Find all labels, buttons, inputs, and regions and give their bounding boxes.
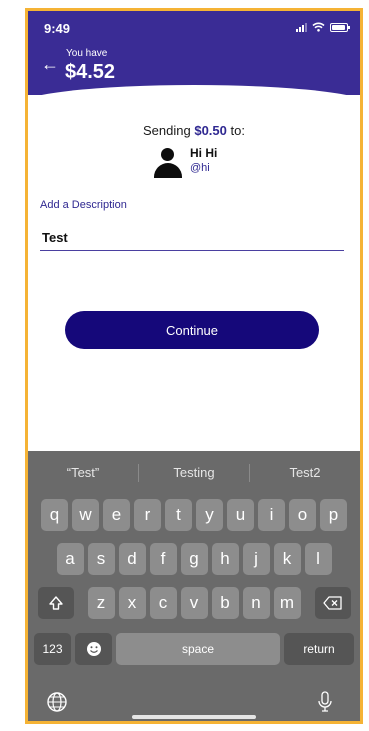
key-b[interactable]: b	[211, 587, 239, 619]
key-c[interactable]: c	[149, 587, 177, 619]
sending-prefix: Sending	[143, 123, 195, 138]
key-i[interactable]: i	[258, 499, 285, 531]
keyboard: “Test” Testing Test2 q w e r t y u i o p…	[28, 451, 360, 721]
sending-summary: Sending $0.50 to:	[28, 123, 360, 138]
signal-icon	[296, 22, 307, 32]
key-u[interactable]: u	[227, 499, 254, 531]
key-w[interactable]: w	[72, 499, 99, 531]
key-y[interactable]: y	[196, 499, 223, 531]
recipient: Hi Hi @hi	[154, 146, 217, 178]
return-key[interactable]: return	[284, 633, 354, 665]
key-f[interactable]: f	[149, 543, 177, 575]
key-z[interactable]: z	[87, 587, 115, 619]
battery-icon	[330, 22, 350, 32]
recipient-handle: @hi	[190, 162, 210, 174]
status-icons	[296, 22, 350, 32]
shift-key[interactable]	[37, 587, 74, 619]
key-h[interactable]: h	[211, 543, 239, 575]
suggestion-item[interactable]: Testing	[139, 461, 249, 485]
key-t[interactable]: t	[165, 499, 192, 531]
globe-icon[interactable]	[46, 691, 68, 713]
wifi-icon	[312, 22, 325, 32]
phone-screen: 9:49 ← You have $4.52 Sending $0.50 to: …	[25, 8, 363, 724]
suggestion-bar: “Test” Testing Test2	[28, 461, 360, 485]
key-row-4: 123 space return	[28, 633, 360, 665]
key-row-2: a s d f g h j k l	[28, 543, 360, 575]
key-e[interactable]: e	[103, 499, 130, 531]
emoji-icon	[86, 642, 101, 656]
key-k[interactable]: k	[273, 543, 301, 575]
microphone-icon[interactable]	[317, 691, 333, 713]
key-j[interactable]: j	[242, 543, 270, 575]
key-m[interactable]: m	[273, 587, 301, 619]
emoji-key[interactable]	[75, 633, 112, 665]
key-g[interactable]: g	[180, 543, 208, 575]
space-key[interactable]: space	[116, 633, 280, 665]
balance-caption: You have	[66, 48, 108, 59]
recipient-name: Hi Hi	[190, 146, 218, 160]
continue-button[interactable]: Continue	[65, 311, 319, 349]
key-row-3: z x c v b n m	[28, 587, 360, 619]
key-d[interactable]: d	[118, 543, 146, 575]
key-x[interactable]: x	[118, 587, 146, 619]
key-q[interactable]: q	[41, 499, 68, 531]
sending-suffix: to:	[226, 123, 245, 138]
status-time: 9:49	[44, 21, 71, 36]
numbers-key[interactable]: 123	[34, 633, 71, 665]
key-a[interactable]: a	[56, 543, 84, 575]
key-v[interactable]: v	[180, 587, 208, 619]
back-arrow-icon[interactable]: ←	[41, 55, 59, 73]
sending-amount: $0.50	[194, 123, 227, 138]
key-n[interactable]: n	[242, 587, 270, 619]
home-indicator	[132, 715, 256, 719]
delete-key[interactable]	[314, 587, 351, 619]
backspace-icon	[322, 596, 342, 610]
balance-amount: $4.52	[65, 61, 116, 83]
suggestion-item[interactable]: Test2	[250, 461, 360, 485]
suggestion-item[interactable]: “Test”	[28, 461, 138, 485]
balance-header: 9:49 ← You have $4.52	[28, 11, 360, 95]
key-p[interactable]: p	[320, 499, 347, 531]
shift-icon	[48, 596, 63, 610]
key-r[interactable]: r	[134, 499, 161, 531]
description-input[interactable]	[40, 225, 344, 251]
key-s[interactable]: s	[87, 543, 115, 575]
key-l[interactable]: l	[304, 543, 332, 575]
person-icon	[154, 146, 182, 178]
description-label: Add a Description	[40, 199, 127, 211]
key-o[interactable]: o	[289, 499, 316, 531]
key-row-1: q w e r t y u i o p	[28, 499, 360, 531]
